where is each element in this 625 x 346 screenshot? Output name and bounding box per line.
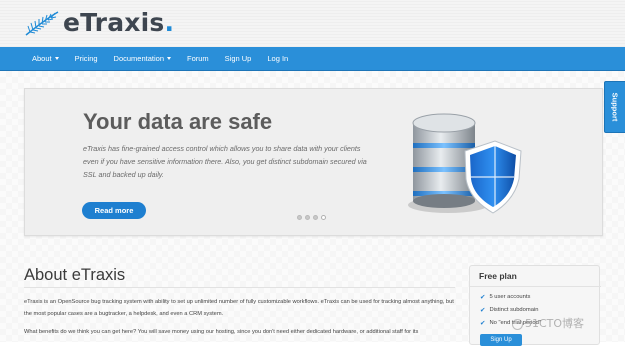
brand-logo[interactable]: eTraxis. <box>63 8 174 37</box>
slider-pagination <box>297 215 326 220</box>
nav-item-documentation[interactable]: Documentation <box>106 47 179 71</box>
caret-down-icon <box>54 57 59 61</box>
hero-slider: Your data are safe eTraxis has fine-grai… <box>24 88 603 236</box>
database-shield-icon <box>408 113 522 214</box>
hero-description: eTraxis has fine-grained access control … <box>83 144 367 179</box>
slide-dot-4[interactable] <box>321 215 326 220</box>
slide-dot-1[interactable] <box>297 215 302 220</box>
nav-item-about[interactable]: About <box>24 47 67 71</box>
nav-about-label: About <box>32 53 52 63</box>
main-nav: About Pricing Documentation Forum Sign U… <box>0 47 625 71</box>
check-icon: ✔ <box>480 307 486 314</box>
read-more-button[interactable]: Read more <box>82 202 146 219</box>
nav-item-forum[interactable]: Forum <box>179 47 217 71</box>
watermark-text: 51CTO博客 <box>525 317 585 330</box>
nav-forum-label: Forum <box>187 53 209 63</box>
caret-down-icon <box>167 57 171 61</box>
hero-title: Your data are safe <box>83 109 273 134</box>
free-plan-signup-button[interactable]: Sign Up <box>480 334 522 346</box>
about-paragraph-2: What benefits do we think you can get he… <box>24 329 419 335</box>
watermark-logo-icon <box>512 318 523 330</box>
feature-item: ✔ 5 user accounts <box>480 291 541 304</box>
support-tab[interactable]: Support <box>604 81 625 133</box>
free-plan-title: Free plan <box>479 271 517 281</box>
nav-item-log-in[interactable]: Log In <box>259 47 296 71</box>
nav-item-sign-up[interactable]: Sign Up <box>217 47 260 71</box>
check-icon: ✔ <box>480 320 486 327</box>
brand-dot: . <box>164 8 175 37</box>
slide-dot-3[interactable] <box>313 215 318 220</box>
site-header: eTraxis. <box>0 0 625 47</box>
nav-item-pricing[interactable]: Pricing <box>67 47 106 71</box>
about-paragraph-1: eTraxis is an OpenSource bug tracking sy… <box>24 299 454 317</box>
support-tab-label: Support <box>610 92 620 122</box>
slide-dot-2[interactable] <box>305 215 310 220</box>
watermark: 51CTO博客 <box>512 315 584 331</box>
free-plan-panel: Free plan ✔ 5 user accounts ✔ Distinct sub… <box>469 265 601 346</box>
feature-label: 5 user accounts <box>489 294 531 300</box>
free-plan-divider <box>470 286 601 287</box>
check-icon: ✔ <box>480 294 486 301</box>
nav-signup-label: Sign Up <box>224 53 252 63</box>
about-divider <box>24 287 455 288</box>
nav-login-label: Log In <box>267 53 289 63</box>
about-heading: About eTraxis <box>24 266 126 284</box>
fern-logo-icon <box>25 11 59 36</box>
brand-name: eTraxis <box>63 8 165 37</box>
nav-documentation-label: Documentation <box>113 53 164 63</box>
nav-pricing-label: Pricing <box>74 53 98 63</box>
